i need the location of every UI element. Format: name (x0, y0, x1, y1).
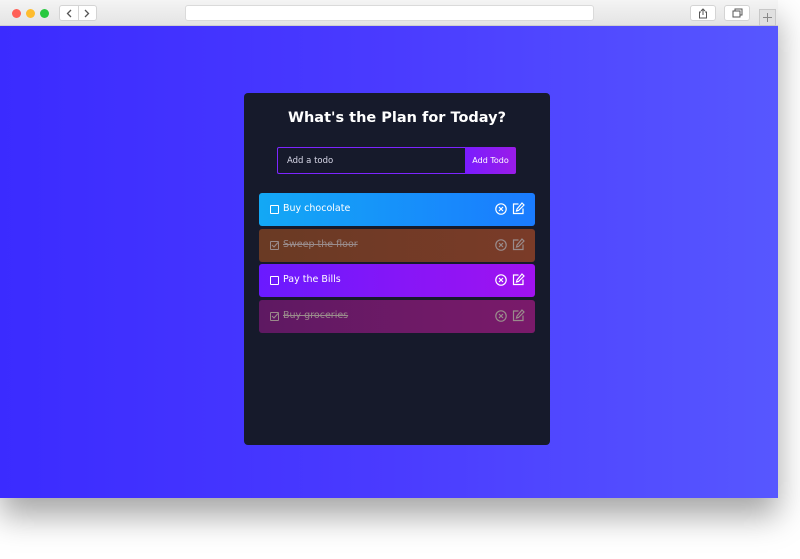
todo-text[interactable]: Buy chocolate (283, 203, 350, 214)
todo-text[interactable]: Buy groceries (283, 310, 348, 321)
new-tab-button[interactable] (759, 9, 776, 26)
tabs-overview-button[interactable] (724, 5, 750, 21)
todo-checkbox-checked[interactable] (270, 240, 279, 250)
browser-toolbar (0, 0, 778, 26)
check-icon (271, 241, 279, 248)
address-bar[interactable] (185, 5, 594, 21)
todo-item[interactable]: Sweep the floor (259, 228, 535, 262)
add-todo-button[interactable]: Add Todo (465, 147, 516, 174)
edit-icon[interactable] (512, 202, 525, 215)
todo-text[interactable]: Sweep the floor (283, 239, 358, 250)
back-button[interactable] (60, 6, 78, 20)
tabs-icon (732, 8, 742, 18)
todo-item[interactable]: Buy chocolate (259, 193, 535, 226)
delete-icon[interactable] (495, 238, 507, 251)
forward-button[interactable] (77, 6, 96, 20)
check-icon (271, 312, 279, 319)
delete-icon[interactable] (495, 203, 507, 215)
maximize-window-button[interactable] (40, 9, 49, 18)
edit-icon[interactable] (512, 237, 525, 251)
todo-form: Add Todo (277, 147, 516, 174)
page-title: What's the Plan for Today? (287, 110, 507, 126)
todo-checkbox[interactable] (270, 205, 279, 214)
navigation-buttons (59, 5, 97, 21)
browser-window: What's the Plan for Today? Add Todo Buy … (0, 0, 778, 498)
todo-item[interactable]: Buy groceries (259, 299, 535, 333)
minimize-window-button[interactable] (26, 9, 35, 18)
close-window-button[interactable] (12, 9, 21, 18)
todo-app-card: What's the Plan for Today? Add Todo Buy … (244, 93, 550, 445)
delete-icon[interactable] (495, 274, 507, 286)
edit-icon[interactable] (512, 273, 525, 286)
plus-icon (763, 13, 772, 22)
edit-icon[interactable] (512, 308, 525, 322)
share-icon (699, 7, 707, 18)
todo-input[interactable] (277, 147, 465, 174)
todo-checkbox[interactable] (270, 276, 279, 285)
chevron-right-icon (85, 9, 90, 17)
share-button[interactable] (690, 5, 716, 21)
page-viewport: What's the Plan for Today? Add Todo Buy … (0, 26, 778, 498)
todo-text[interactable]: Pay the Bills (283, 274, 341, 285)
todo-checkbox-checked[interactable] (270, 311, 279, 321)
delete-icon[interactable] (495, 309, 507, 322)
todo-list: Buy chocolate Sweep the floor Pay the Bi… (259, 193, 535, 335)
chevron-left-icon (66, 9, 72, 17)
todo-item[interactable]: Pay the Bills (259, 264, 535, 297)
